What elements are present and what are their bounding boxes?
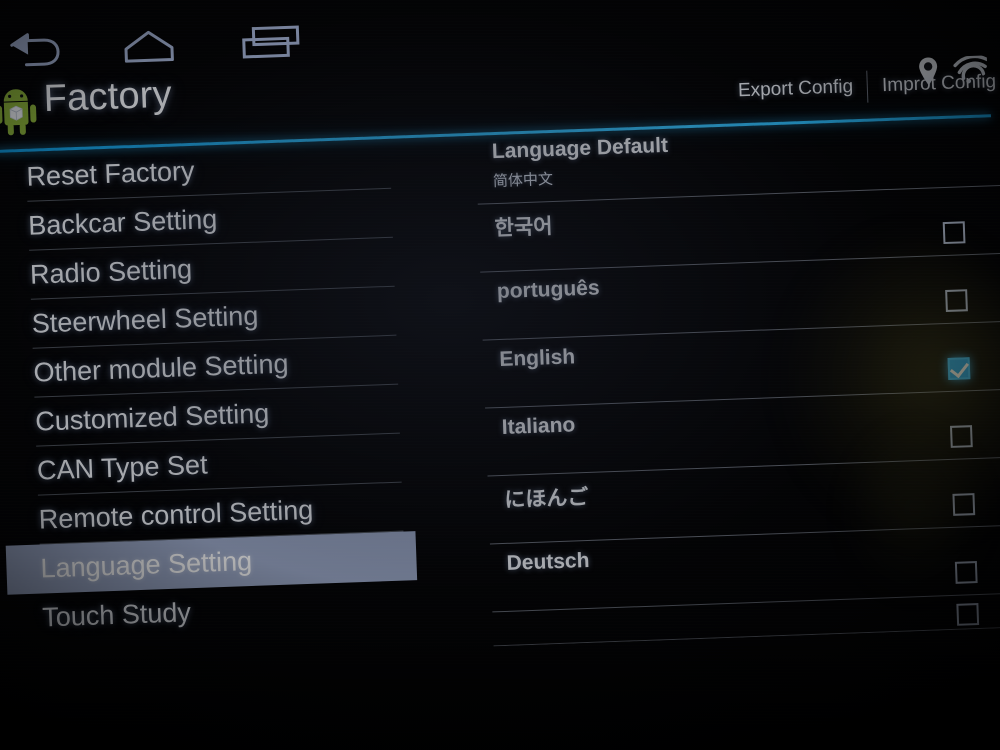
language-label: にほんご — [503, 485, 589, 512]
language-label: Italiano — [501, 413, 576, 439]
language-label: português — [496, 276, 600, 304]
recents-icon[interactable] — [237, 21, 307, 68]
language-checkbox[interactable] — [950, 425, 973, 448]
import-config-button[interactable]: Improt Config — [868, 71, 1000, 98]
language-checkbox[interactable] — [945, 289, 968, 313]
language-checkbox[interactable] — [952, 493, 976, 516]
sidebar-item-label: Language Setting — [39, 545, 253, 584]
android-robot-icon — [0, 81, 39, 141]
language-label: Language Default — [491, 133, 669, 164]
sidebar-item-label: Remote control Setting — [38, 494, 314, 535]
sidebar-item-label: Reset Factory — [25, 155, 195, 192]
back-icon[interactable] — [3, 29, 67, 76]
sidebar-item-label: Other module Setting — [32, 348, 290, 388]
language-checkbox[interactable] — [956, 603, 980, 626]
sidebar-item-label: Steerwheel Setting — [31, 300, 259, 339]
car-head-unit-screen: Factory Export Config Improt Config Rese… — [0, 0, 1000, 750]
page-title: Factory — [42, 73, 173, 121]
language-label: 한국어 — [494, 215, 553, 241]
ui-plane: Factory Export Config Improt Config Rese… — [0, 0, 1000, 750]
language-checkbox[interactable] — [942, 221, 966, 245]
sidebar-item-label: CAN Type Set — [36, 449, 209, 486]
language-label: Deutsch — [506, 548, 590, 575]
content-area: Reset Factory Backcar Setting Radio Sett… — [0, 118, 1000, 693]
language-label: English — [498, 345, 576, 372]
home-icon[interactable] — [117, 25, 181, 72]
settings-sidebar: Reset Factory Backcar Setting Radio Sett… — [0, 139, 419, 643]
language-checkbox[interactable] — [947, 357, 971, 380]
export-config-button[interactable]: Export Config — [724, 76, 868, 103]
sidebar-item-label: Touch Study — [41, 597, 192, 633]
sidebar-item-label: Backcar Setting — [27, 204, 218, 241]
sidebar-item-label: Radio Setting — [29, 253, 193, 290]
language-sublabel: 简体中文 — [492, 170, 554, 191]
language-checkbox[interactable] — [954, 561, 978, 584]
sidebar-item-label: Customized Setting — [34, 398, 270, 437]
language-list: Language Default 简体中文 한국어 português Engl… — [443, 118, 1000, 647]
